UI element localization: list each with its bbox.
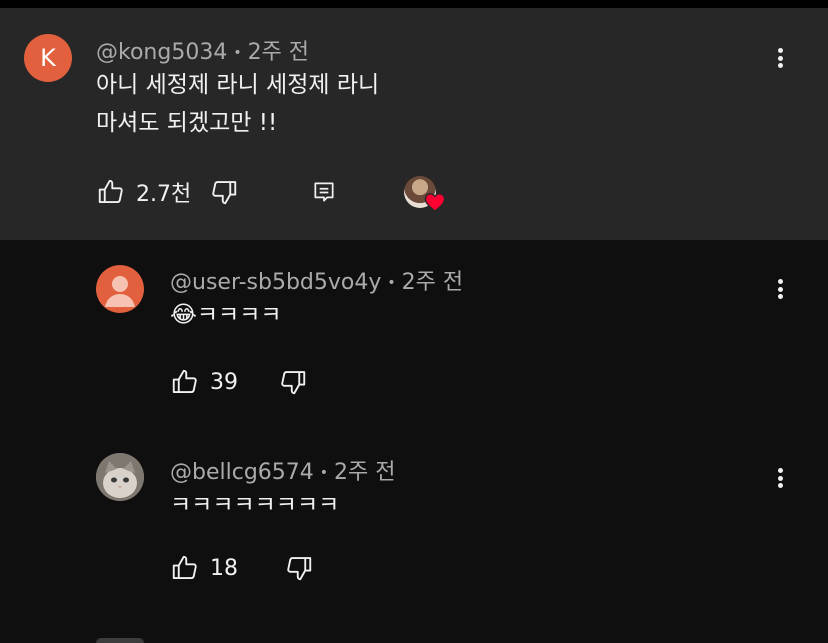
dislike-button[interactable]	[284, 553, 314, 583]
comment-line: 아니 세정제 라니 세정제 라니	[96, 72, 380, 98]
separator-dot: •	[319, 465, 329, 481]
reply-icon	[311, 179, 337, 205]
comment-time[interactable]: 2주 전	[402, 270, 463, 295]
dislike-icon	[209, 177, 239, 207]
comment-line: ㅋㅋㅋㅋ	[196, 302, 282, 328]
separator-dot: •	[387, 275, 396, 291]
author-name[interactable]: @bellcg6574	[170, 460, 314, 485]
laughing-emoji: 😂	[170, 302, 197, 328]
dislike-button[interactable]	[209, 177, 239, 207]
avatar[interactable]	[96, 453, 144, 501]
like-icon	[170, 553, 200, 583]
comment-text: ㅋㅋㅋㅋㅋㅋㅋㅋ	[170, 486, 339, 524]
more-vert-icon[interactable]	[768, 277, 792, 301]
creator-heart[interactable]	[404, 176, 448, 220]
comment-line: ㅋㅋㅋㅋㅋㅋㅋㅋ	[170, 492, 340, 518]
default-user-icon	[105, 276, 135, 307]
top-band	[0, 0, 828, 8]
like-count: 2.7천	[136, 182, 192, 207]
avatar-letter: K	[40, 44, 56, 72]
like-button[interactable]: 2.7천	[96, 176, 191, 208]
more-vert-icon[interactable]	[768, 466, 792, 490]
author-name[interactable]: @user-sb5bd5vo4y	[170, 270, 381, 295]
separator-dot: •	[233, 45, 242, 61]
comment-meta: @user-sb5bd5vo4y • 2주 전	[170, 264, 463, 296]
like-count: 18	[210, 555, 238, 581]
creator-heart-icon	[424, 192, 446, 212]
like-button[interactable]: 39	[170, 367, 238, 397]
comment-time[interactable]: 2주 전	[334, 460, 395, 485]
like-count: 39	[210, 369, 238, 395]
reply-button[interactable]	[311, 179, 337, 205]
comment-time[interactable]: 2주 전	[248, 40, 309, 65]
avatar[interactable]: K	[24, 34, 72, 82]
next-avatar-partial[interactable]	[96, 638, 144, 643]
dislike-icon	[284, 553, 314, 583]
like-icon	[96, 177, 126, 207]
comment-actions: 39	[170, 367, 308, 397]
dislike-button[interactable]	[278, 367, 308, 397]
like-icon	[170, 367, 200, 397]
cat-avatar-icon	[96, 453, 144, 501]
dislike-icon	[278, 367, 308, 397]
comment-meta: @kong5034 • 2주 전	[96, 34, 309, 66]
comment-line: 마셔도 되겠고만 !!	[96, 110, 278, 136]
comment-text: 😂ㅋㅋㅋㅋ	[170, 296, 282, 334]
comment-actions: 18	[170, 553, 314, 583]
avatar[interactable]	[96, 265, 144, 313]
highlighted-comment: K @kong5034 • 2주 전 아니 세정제 라니 세정제 라니 마셔도 되겠…	[0, 8, 828, 240]
comment-text: 아니 세정제 라니 세정제 라니 마셔도 되겠고만 !!	[96, 66, 379, 142]
comment-meta: @bellcg6574 • 2주 전	[170, 454, 396, 486]
like-button[interactable]: 18	[170, 553, 238, 583]
comment-actions: 2.7천	[96, 176, 337, 208]
author-name[interactable]: @kong5034	[96, 40, 227, 65]
more-vert-icon[interactable]	[768, 46, 792, 70]
